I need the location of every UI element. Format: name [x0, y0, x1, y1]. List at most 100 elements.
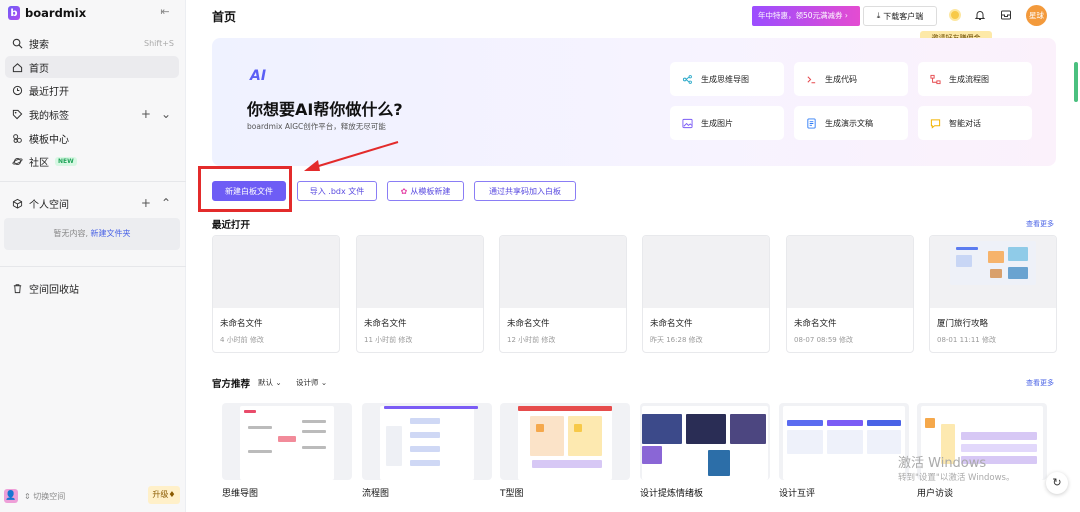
arrow-annotation [304, 141, 399, 171]
file-thumbnail [643, 236, 769, 308]
flowchart-icon [930, 74, 941, 85]
app: b boardmix ⇤ 搜索 Shift+S 首页 最近打开 我的标签 + ⌄ … [0, 0, 1080, 512]
template-card[interactable] [500, 403, 630, 480]
designer-filter-dropdown[interactable]: 设计师 ⌄ [296, 377, 327, 388]
from-template-button[interactable]: ✿ 从模板新建 [387, 181, 464, 201]
hero-title: 你想要AI帮你做什么? [247, 100, 403, 119]
file-time: 11 小时前 修改 [364, 336, 413, 344]
official-see-more-link[interactable]: 查看更多 [1026, 378, 1054, 388]
ai-card-code[interactable]: 生成代码 [794, 62, 908, 96]
sidebar-item-tags[interactable]: 我的标签 + ⌄ [5, 103, 179, 125]
page-title: 首页 [212, 10, 237, 24]
ai-card-chat[interactable]: 智能对话 [918, 106, 1032, 140]
add-tag-icon[interactable]: + [141, 107, 151, 121]
slides-icon [806, 117, 817, 129]
file-time: 08-01 11:11 修改 [937, 336, 996, 344]
recent-file-card[interactable]: 未命名文件 11 小时前 修改 [356, 235, 484, 353]
sidebar-item-label: 模板中心 [29, 134, 69, 146]
coin-icon[interactable] [949, 9, 961, 21]
download-icon: ⤓ [876, 11, 881, 20]
promo-banner[interactable]: 年中特惠，领50元满减券 › [752, 6, 860, 26]
template-card[interactable] [222, 403, 352, 480]
new-badge: NEW [55, 156, 77, 166]
sidebar-footer: 👤 ⇕ 切换空间 升级♦ [4, 486, 180, 506]
sidebar-item-trash[interactable]: 空间回收站 [5, 277, 179, 299]
scrollbar[interactable] [1074, 62, 1078, 102]
board-preview-image [950, 241, 1036, 285]
sidebar-item-search[interactable]: 搜索 Shift+S [5, 32, 179, 54]
sort-filter-dropdown[interactable]: 默认 ⌄ [258, 377, 282, 388]
collapse-sidebar-icon[interactable]: ⇤ [158, 5, 172, 19]
import-bdx-button[interactable]: 导入 .bdx 文件 [297, 181, 377, 201]
search-shortcut: Shift+S [144, 38, 174, 48]
personal-space-label: 个人空间 [29, 199, 69, 211]
download-client-button[interactable]: ⤓ 下载客户端 [863, 6, 937, 26]
file-thumbnail [787, 236, 913, 308]
hero-subtitle: boardmix AIGC创作平台，释放无尽可能 [247, 122, 386, 131]
template-card[interactable] [640, 403, 770, 480]
recent-file-card[interactable]: 未命名文件 4 小时前 修改 [212, 235, 340, 353]
refresh-icon[interactable]: ↻ [1046, 472, 1068, 494]
ai-card-slides[interactable]: 生成演示文稿 [794, 106, 908, 140]
switch-space-button[interactable]: ⇕ 切换空间 [24, 491, 65, 502]
file-time: 4 小时前 修改 [220, 336, 264, 344]
ai-card-image[interactable]: 生成图片 [670, 106, 784, 140]
ai-card-mindmap[interactable]: 生成思维导图 [670, 62, 784, 96]
template-preview-image [783, 406, 905, 480]
template-icon [12, 133, 23, 144]
file-name: 未命名文件 [364, 319, 407, 329]
tag-icon [12, 109, 23, 120]
file-name: 厦门旅行攻略 [937, 319, 989, 329]
recent-see-more-link[interactable]: 查看更多 [1026, 219, 1054, 229]
file-thumbnail [213, 236, 339, 308]
windows-watermark-subtitle: 转到"设置"以激活 Windows。 [898, 473, 1015, 483]
inbox-icon[interactable] [1000, 9, 1012, 21]
sidebar-divider [0, 181, 186, 182]
template-title: 设计互评 [779, 489, 816, 499]
sidebar-item-label: 空间回收站 [29, 284, 79, 296]
template-title: 设计提炼情绪板 [640, 489, 704, 499]
ai-card-flowchart[interactable]: 生成流程图 [918, 62, 1032, 96]
upgrade-button[interactable]: 升级♦ [148, 486, 180, 504]
recent-file-card[interactable]: 未命名文件 昨天 16:28 修改 [642, 235, 770, 353]
file-thumbnail [500, 236, 626, 308]
template-card[interactable] [362, 403, 492, 480]
template-preview-image [240, 406, 334, 480]
template-card[interactable] [779, 403, 909, 480]
chat-icon [930, 118, 941, 129]
chevron-up-icon[interactable]: ⌃ [161, 196, 171, 210]
code-icon [806, 74, 817, 85]
template-gallery-icon: ✿ [400, 186, 408, 196]
mindmap-icon [682, 74, 693, 85]
sidebar-item-community[interactable]: 社区 NEW [5, 150, 179, 172]
file-thumbnail [930, 236, 1056, 308]
template-preview-image [380, 406, 478, 480]
sidebar-item-label: 最近打开 [29, 86, 69, 98]
sidebar-item-recent[interactable]: 最近打开 [5, 79, 179, 101]
sidebar-divider [0, 266, 186, 267]
template-title: 用户访谈 [917, 489, 954, 499]
space-avatar-icon: 👤 [4, 489, 18, 503]
user-avatar[interactable]: 星球 [1026, 5, 1047, 26]
sidebar-item-personal-space[interactable]: 个人空间 + ⌃ [5, 192, 179, 214]
file-time: 12 小时前 修改 [507, 336, 556, 344]
bell-icon[interactable] [974, 9, 986, 21]
ai-card-label: 生成图片 [701, 118, 733, 128]
join-by-code-button[interactable]: 通过共享码加入白板 [474, 181, 576, 201]
sidebar-item-templates[interactable]: 模板中心 [5, 127, 179, 149]
ai-logo-icon: AI [250, 68, 267, 84]
recent-file-card[interactable]: 未命名文件 08-07 08:59 修改 [786, 235, 914, 353]
ai-card-label: 生成流程图 [949, 74, 989, 84]
recent-file-card[interactable]: 未命名文件 12 小时前 修改 [499, 235, 627, 353]
windows-watermark-title: 激活 Windows [898, 456, 987, 471]
chevron-down-icon[interactable]: ⌄ [161, 107, 171, 121]
add-folder-icon[interactable]: + [141, 196, 151, 210]
brand[interactable]: b boardmix [8, 4, 86, 22]
sidebar-item-home[interactable]: 首页 [5, 56, 179, 78]
planet-icon [12, 156, 23, 167]
new-folder-link[interactable]: 新建文件夹 [91, 229, 131, 238]
file-name: 未命名文件 [650, 319, 693, 329]
template-preview-image [518, 406, 612, 480]
recent-file-card[interactable]: 厦门旅行攻略 08-01 11:11 修改 [929, 235, 1057, 353]
sidebar-item-label: 我的标签 [29, 110, 69, 122]
